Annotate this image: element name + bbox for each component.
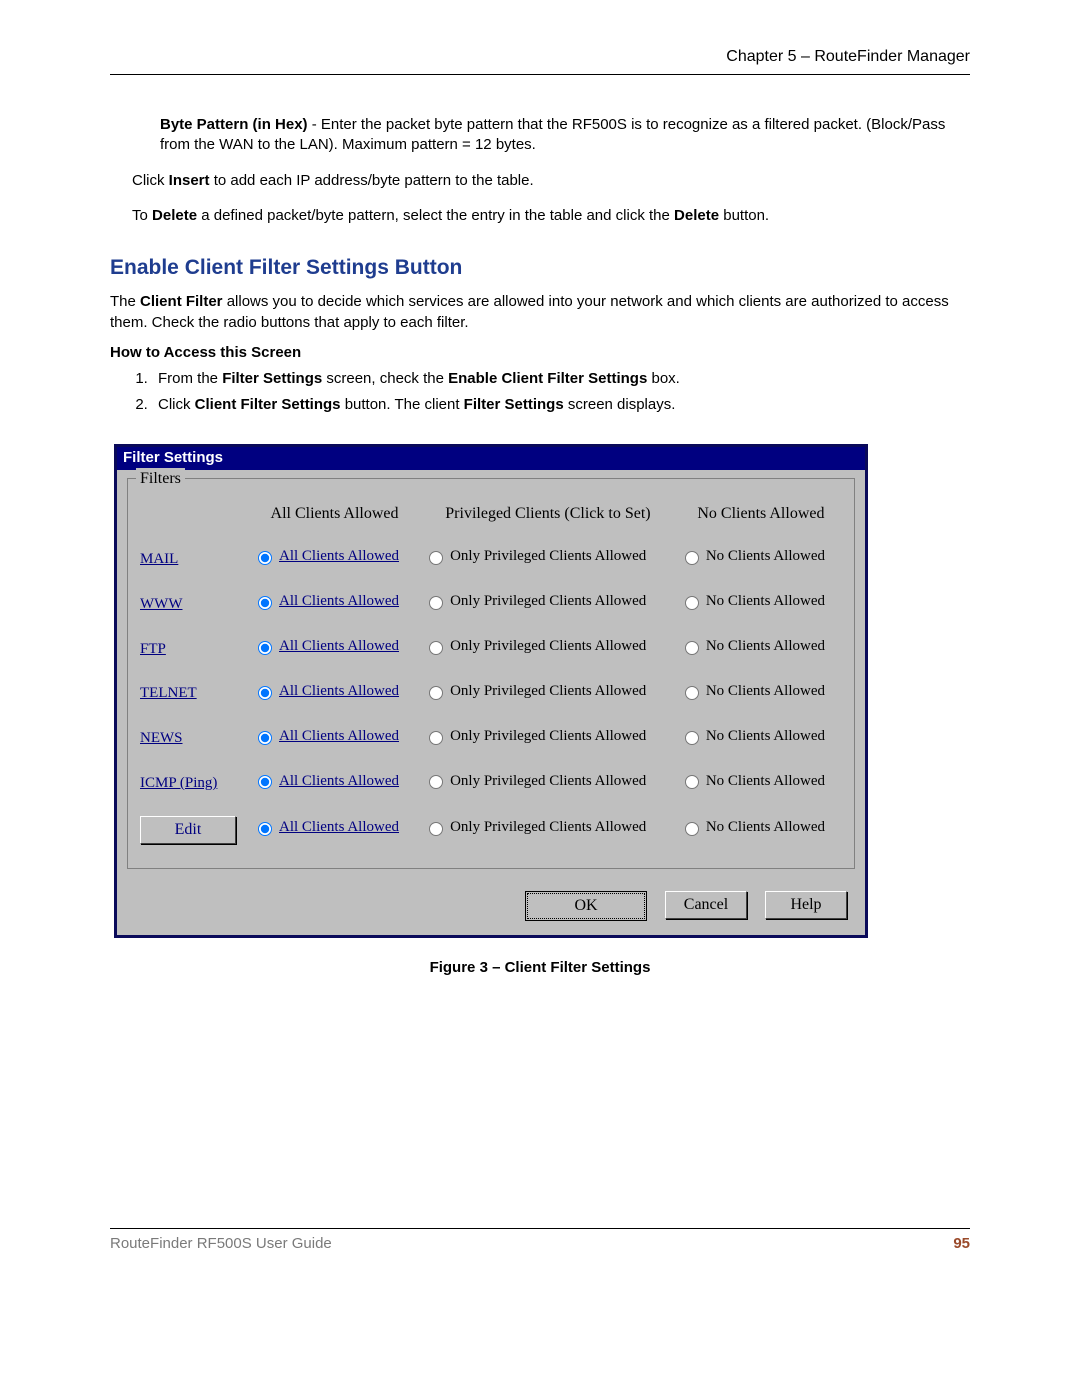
- section-heading: Enable Client Filter Settings Button: [110, 254, 970, 282]
- all-clients-radio[interactable]: All Clients Allowed: [253, 591, 399, 611]
- no-clients-radio[interactable]: No Clients Allowed: [680, 726, 825, 746]
- service-row: ICMP (Ping) All Clients Allowed Only Privi…: [136, 761, 846, 806]
- privileged-radio[interactable]: Only Privileged Clients Allowed: [424, 726, 646, 746]
- service-row: TELNET All Clients Allowed Only Privileged…: [136, 671, 846, 716]
- service-label: WWW: [140, 596, 182, 612]
- service-row: FTP All Clients Allowed Only Privileged Cl…: [136, 626, 846, 671]
- col-privileged: Privileged Clients (Click to Set): [420, 497, 676, 537]
- no-clients-radio[interactable]: No Clients Allowed: [680, 546, 825, 566]
- filter-settings-dialog: Filter Settings Filters All Clients Allo…: [114, 444, 868, 938]
- privileged-radio[interactable]: Only Privileged Clients Allowed: [424, 636, 646, 656]
- service-label: TELNET: [140, 685, 197, 701]
- privileged-radio[interactable]: Only Privileged Clients Allowed: [424, 546, 646, 566]
- header-row: All Clients Allowed Privileged Clients (…: [136, 497, 846, 537]
- col-all-clients: All Clients Allowed: [249, 497, 420, 537]
- howto-heading: How to Access this Screen: [110, 343, 970, 363]
- edit-priv-radio[interactable]: Only Privileged Clients Allowed: [424, 817, 646, 837]
- all-clients-radio[interactable]: All Clients Allowed: [253, 726, 399, 746]
- client-filter-paragraph: The Client Filter allows you to decide w…: [110, 292, 970, 333]
- step-1: From the Filter Settings screen, check t…: [152, 369, 970, 389]
- filters-table: All Clients Allowed Privileged Clients (…: [136, 497, 846, 854]
- page-footer: RouteFinder RF500S User Guide 95: [110, 1228, 970, 1252]
- all-clients-radio[interactable]: All Clients Allowed: [253, 771, 399, 791]
- privileged-radio[interactable]: Only Privileged Clients Allowed: [424, 771, 646, 791]
- insert-paragraph: Click Insert to add each IP address/byte…: [132, 171, 970, 191]
- all-clients-radio[interactable]: All Clients Allowed: [253, 546, 399, 566]
- service-row: WWW All Clients Allowed Only Privileged Cl…: [136, 581, 846, 626]
- ok-button[interactable]: OK: [525, 891, 647, 921]
- all-clients-radio[interactable]: All Clients Allowed: [253, 681, 399, 701]
- help-button[interactable]: Help: [765, 891, 847, 919]
- no-clients-radio[interactable]: No Clients Allowed: [680, 771, 825, 791]
- page-number: 95: [953, 1235, 970, 1252]
- byte-pattern-paragraph: Byte Pattern (in Hex) - Enter the packet…: [160, 115, 970, 156]
- edit-button[interactable]: Edit: [140, 816, 236, 844]
- filters-groupbox: Filters All Clients Allowed Privileged C…: [127, 478, 855, 869]
- service-label: MAIL: [140, 551, 178, 567]
- privileged-radio[interactable]: Only Privileged Clients Allowed: [424, 681, 646, 701]
- byte-pattern-label: Byte Pattern (in Hex): [160, 116, 308, 133]
- service-label: ICMP (Ping): [140, 775, 217, 791]
- service-label: FTP: [140, 641, 166, 657]
- chapter-header: Chapter 5 – RouteFinder Manager: [110, 48, 970, 75]
- dialog-titlebar: Filter Settings: [117, 447, 865, 470]
- figure-caption: Figure 3 – Client Filter Settings: [110, 958, 970, 978]
- all-clients-radio[interactable]: All Clients Allowed: [253, 636, 399, 656]
- footer-title: RouteFinder RF500S User Guide: [110, 1235, 332, 1252]
- edit-none-radio[interactable]: No Clients Allowed: [680, 817, 825, 837]
- no-clients-radio[interactable]: No Clients Allowed: [680, 591, 825, 611]
- edit-all-radio[interactable]: All Clients Allowed: [253, 817, 399, 837]
- cancel-button[interactable]: Cancel: [665, 891, 747, 919]
- howto-steps: From the Filter Settings screen, check t…: [110, 369, 970, 416]
- step-2: Click Client Filter Settings button. The…: [152, 395, 970, 415]
- service-label: NEWS: [140, 730, 183, 746]
- service-row: NEWS All Clients Allowed Only Privileged C…: [136, 716, 846, 761]
- service-row: MAIL All Clients Allowed Only Privileged C…: [136, 536, 846, 581]
- privileged-radio[interactable]: Only Privileged Clients Allowed: [424, 591, 646, 611]
- no-clients-radio[interactable]: No Clients Allowed: [680, 681, 825, 701]
- no-clients-radio[interactable]: No Clients Allowed: [680, 636, 825, 656]
- delete-paragraph: To Delete a defined packet/byte pattern,…: [132, 206, 970, 226]
- groupbox-legend: Filters: [136, 468, 185, 490]
- col-no-clients: No Clients Allowed: [676, 497, 846, 537]
- edit-row: Edit All Clients Allowed Only Privileged…: [136, 806, 846, 854]
